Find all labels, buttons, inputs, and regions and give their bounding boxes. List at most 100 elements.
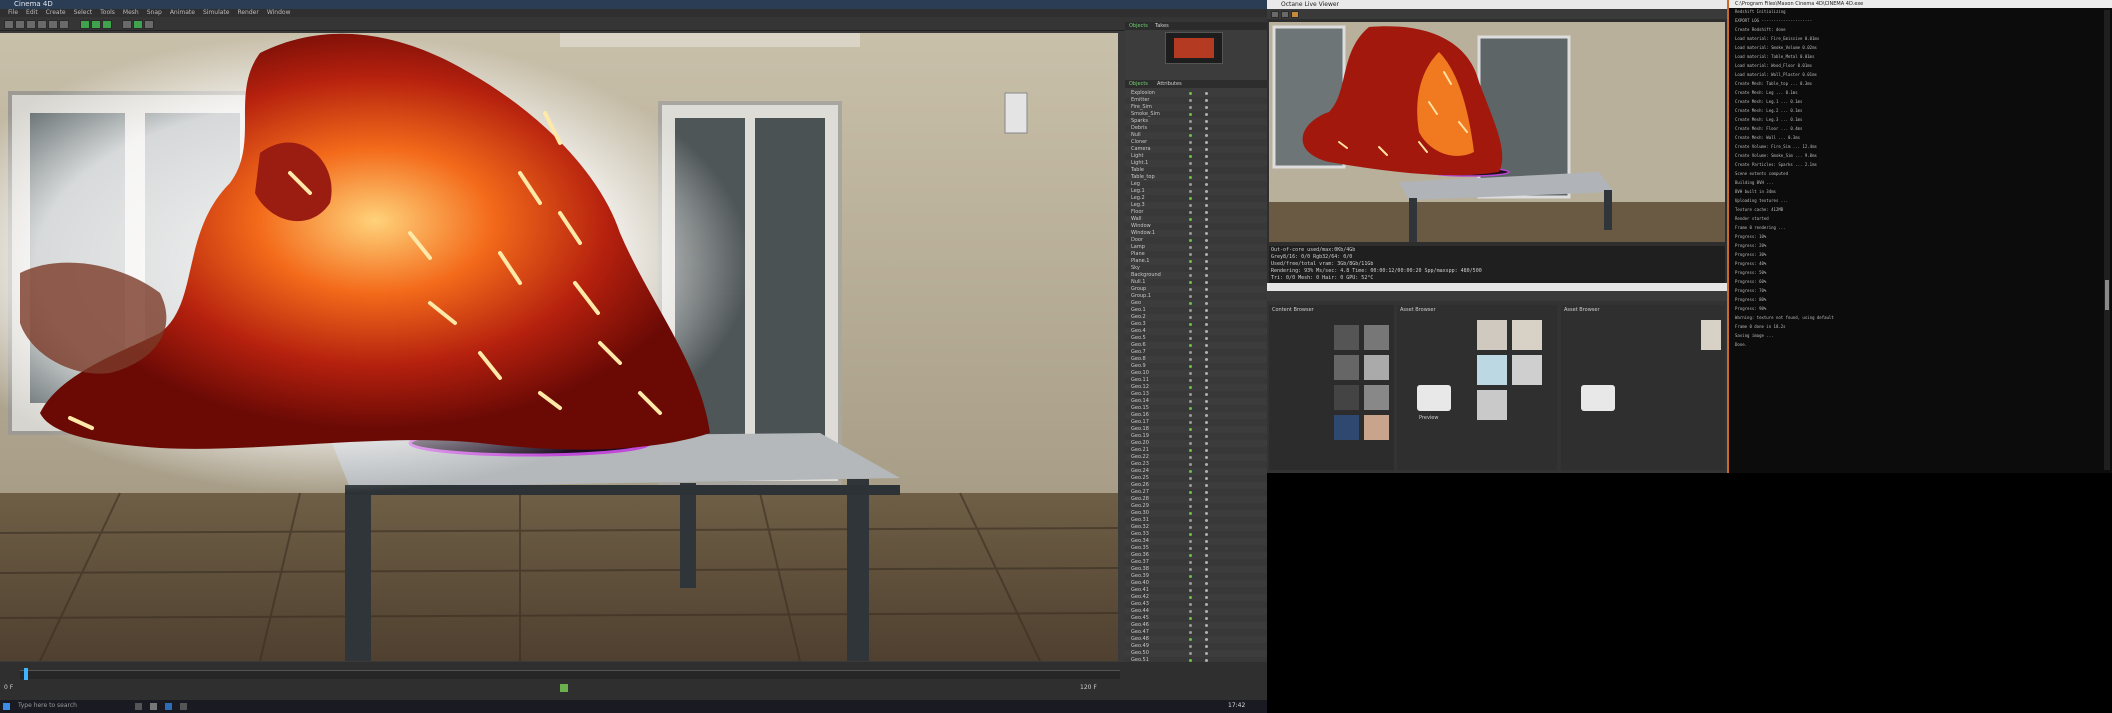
tag-icon[interactable] (1205, 624, 1208, 627)
visibility-icon[interactable] (1189, 197, 1192, 200)
visibility-icon[interactable] (1189, 519, 1192, 522)
tag-icon[interactable] (1205, 526, 1208, 529)
object-row[interactable]: Geo (1125, 300, 1267, 307)
object-row[interactable]: Lamp (1125, 244, 1267, 251)
rotate-icon[interactable] (59, 20, 69, 29)
object-row[interactable]: Geo.28 (1125, 496, 1267, 503)
object-row[interactable]: Leg.3 (1125, 202, 1267, 209)
tag-icon[interactable] (1205, 491, 1208, 494)
object-row[interactable]: Geo.29 (1125, 503, 1267, 510)
visibility-icon[interactable] (1189, 442, 1192, 445)
tag-icon[interactable] (1205, 638, 1208, 641)
tag-icon[interactable] (1205, 617, 1208, 620)
tag-icon[interactable] (1205, 414, 1208, 417)
tag-icon[interactable] (1205, 582, 1208, 585)
asset-thumb[interactable] (1334, 325, 1359, 350)
start-icon[interactable] (3, 703, 10, 710)
visibility-icon[interactable] (1189, 155, 1192, 158)
tag-icon[interactable] (1205, 113, 1208, 116)
folder-icon[interactable] (1417, 385, 1451, 411)
visibility-icon[interactable] (1189, 617, 1192, 620)
visibility-icon[interactable] (1189, 372, 1192, 375)
object-row[interactable]: Geo.26 (1125, 482, 1267, 489)
object-row[interactable]: Sparks (1125, 118, 1267, 125)
visibility-icon[interactable] (1189, 645, 1192, 648)
tag-icon[interactable] (1205, 288, 1208, 291)
tag-icon[interactable] (1205, 484, 1208, 487)
cube-icon[interactable] (122, 20, 132, 29)
tag-icon[interactable] (1205, 547, 1208, 550)
visibility-icon[interactable] (1189, 330, 1192, 333)
play-icon[interactable] (560, 684, 568, 692)
visibility-icon[interactable] (1189, 603, 1192, 606)
nurbs-icon[interactable] (133, 20, 143, 29)
console-scrollbar[interactable] (2104, 10, 2110, 470)
asset-thumb[interactable] (1334, 385, 1359, 410)
visibility-icon[interactable] (1189, 288, 1192, 291)
visibility-icon[interactable] (1189, 211, 1192, 214)
asset-thumb[interactable] (1701, 320, 1721, 350)
menu-item[interactable]: Animate (170, 9, 195, 16)
tag-icon[interactable] (1205, 435, 1208, 438)
tag-icon[interactable] (1205, 106, 1208, 109)
tag-icon[interactable] (1205, 645, 1208, 648)
object-row[interactable]: Geo.45 (1125, 615, 1267, 622)
visibility-icon[interactable] (1189, 239, 1192, 242)
tag-icon[interactable] (1205, 603, 1208, 606)
visibility-icon[interactable] (1189, 575, 1192, 578)
tag-icon[interactable] (1205, 120, 1208, 123)
tag-icon[interactable] (1205, 274, 1208, 277)
visibility-icon[interactable] (1189, 295, 1192, 298)
visibility-icon[interactable] (1189, 610, 1192, 613)
visibility-icon[interactable] (1189, 498, 1192, 501)
menu-item[interactable]: Simulate (203, 9, 230, 16)
object-row[interactable]: Geo.36 (1125, 552, 1267, 559)
tag-icon[interactable] (1205, 330, 1208, 333)
asset-thumb[interactable] (1477, 355, 1507, 385)
visibility-icon[interactable] (1189, 568, 1192, 571)
asset-thumb[interactable] (1334, 415, 1359, 440)
visibility-icon[interactable] (1189, 204, 1192, 207)
object-row[interactable]: Floor (1125, 209, 1267, 216)
asset-thumb[interactable] (1512, 320, 1542, 350)
object-row[interactable]: Cloner (1125, 139, 1267, 146)
tag-icon[interactable] (1205, 148, 1208, 151)
menu-item[interactable]: Select (74, 9, 93, 16)
object-row[interactable]: Geo.3 (1125, 321, 1267, 328)
asset-thumb[interactable] (1364, 385, 1389, 410)
tag-icon[interactable] (1205, 127, 1208, 130)
object-row[interactable]: Geo.47 (1125, 629, 1267, 636)
visibility-icon[interactable] (1189, 533, 1192, 536)
tag-icon[interactable] (1205, 568, 1208, 571)
visibility-icon[interactable] (1189, 344, 1192, 347)
object-row[interactable]: Fire_Sim (1125, 104, 1267, 111)
app-icon[interactable] (150, 703, 157, 710)
task-view-icon[interactable] (135, 703, 142, 710)
tag-icon[interactable] (1205, 246, 1208, 249)
tag-icon[interactable] (1205, 225, 1208, 228)
visibility-icon[interactable] (1189, 337, 1192, 340)
object-row[interactable]: Debris (1125, 125, 1267, 132)
undo-icon[interactable] (4, 20, 14, 29)
visibility-icon[interactable] (1189, 463, 1192, 466)
tag-icon[interactable] (1205, 498, 1208, 501)
visibility-icon[interactable] (1189, 302, 1192, 305)
visibility-icon[interactable] (1189, 624, 1192, 627)
tag-icon[interactable] (1205, 400, 1208, 403)
tag-icon[interactable] (1205, 652, 1208, 655)
object-row[interactable]: Geo.18 (1125, 426, 1267, 433)
menu-item[interactable]: Render (237, 9, 258, 16)
visibility-icon[interactable] (1189, 190, 1192, 193)
redo-icon[interactable] (15, 20, 25, 29)
tag-icon[interactable] (1205, 190, 1208, 193)
tag-icon[interactable] (1205, 449, 1208, 452)
object-row[interactable]: Geo.41 (1125, 587, 1267, 594)
panel-tab[interactable]: Asset Browser (1564, 307, 1600, 313)
tag-icon[interactable] (1205, 155, 1208, 158)
object-row[interactable]: Geo.33 (1125, 531, 1267, 538)
object-row[interactable]: Window (1125, 223, 1267, 230)
pause-icon[interactable] (1291, 11, 1299, 18)
select-icon[interactable] (26, 20, 36, 29)
tag-icon[interactable] (1205, 267, 1208, 270)
tag-icon[interactable] (1205, 596, 1208, 599)
